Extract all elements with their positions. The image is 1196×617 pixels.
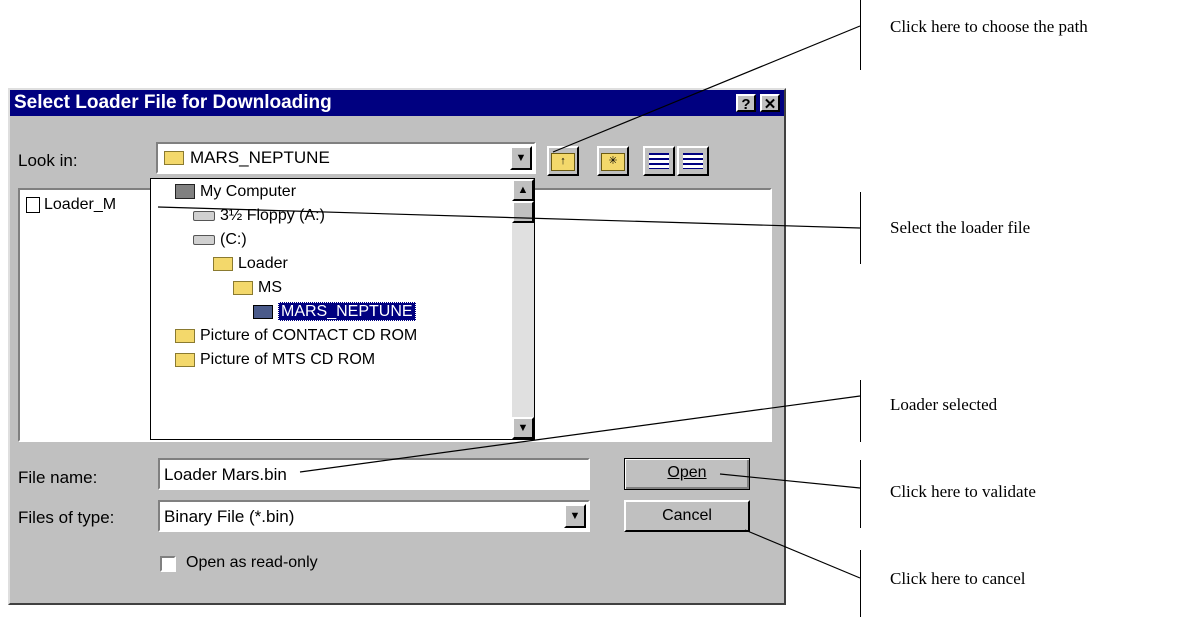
- leader-line-validate: [719, 473, 861, 489]
- annotation-loader-selected: Loader selected: [890, 395, 998, 414]
- annotation-bracket-path: [860, 0, 861, 70]
- annotation-bracket-validate: [860, 460, 861, 528]
- leader-line-select: [157, 206, 861, 229]
- leader-line-cancel: [744, 529, 861, 579]
- annotation-validate: Click here to validate: [890, 482, 1036, 501]
- annotation-select-loader: Select the loader file: [890, 218, 1031, 237]
- leader-line-path: [552, 25, 861, 153]
- annotation-bracket-select: [860, 192, 861, 264]
- annotation-bracket-loader: [860, 380, 861, 442]
- annotation-choose-path: Click here to choose the path: [890, 17, 1088, 36]
- annotation-cancel: Click here to cancel: [890, 569, 1026, 588]
- annotation-bracket-cancel: [860, 550, 861, 617]
- annotation-leader-lines: [157, 25, 861, 579]
- leader-line-loader: [299, 395, 861, 473]
